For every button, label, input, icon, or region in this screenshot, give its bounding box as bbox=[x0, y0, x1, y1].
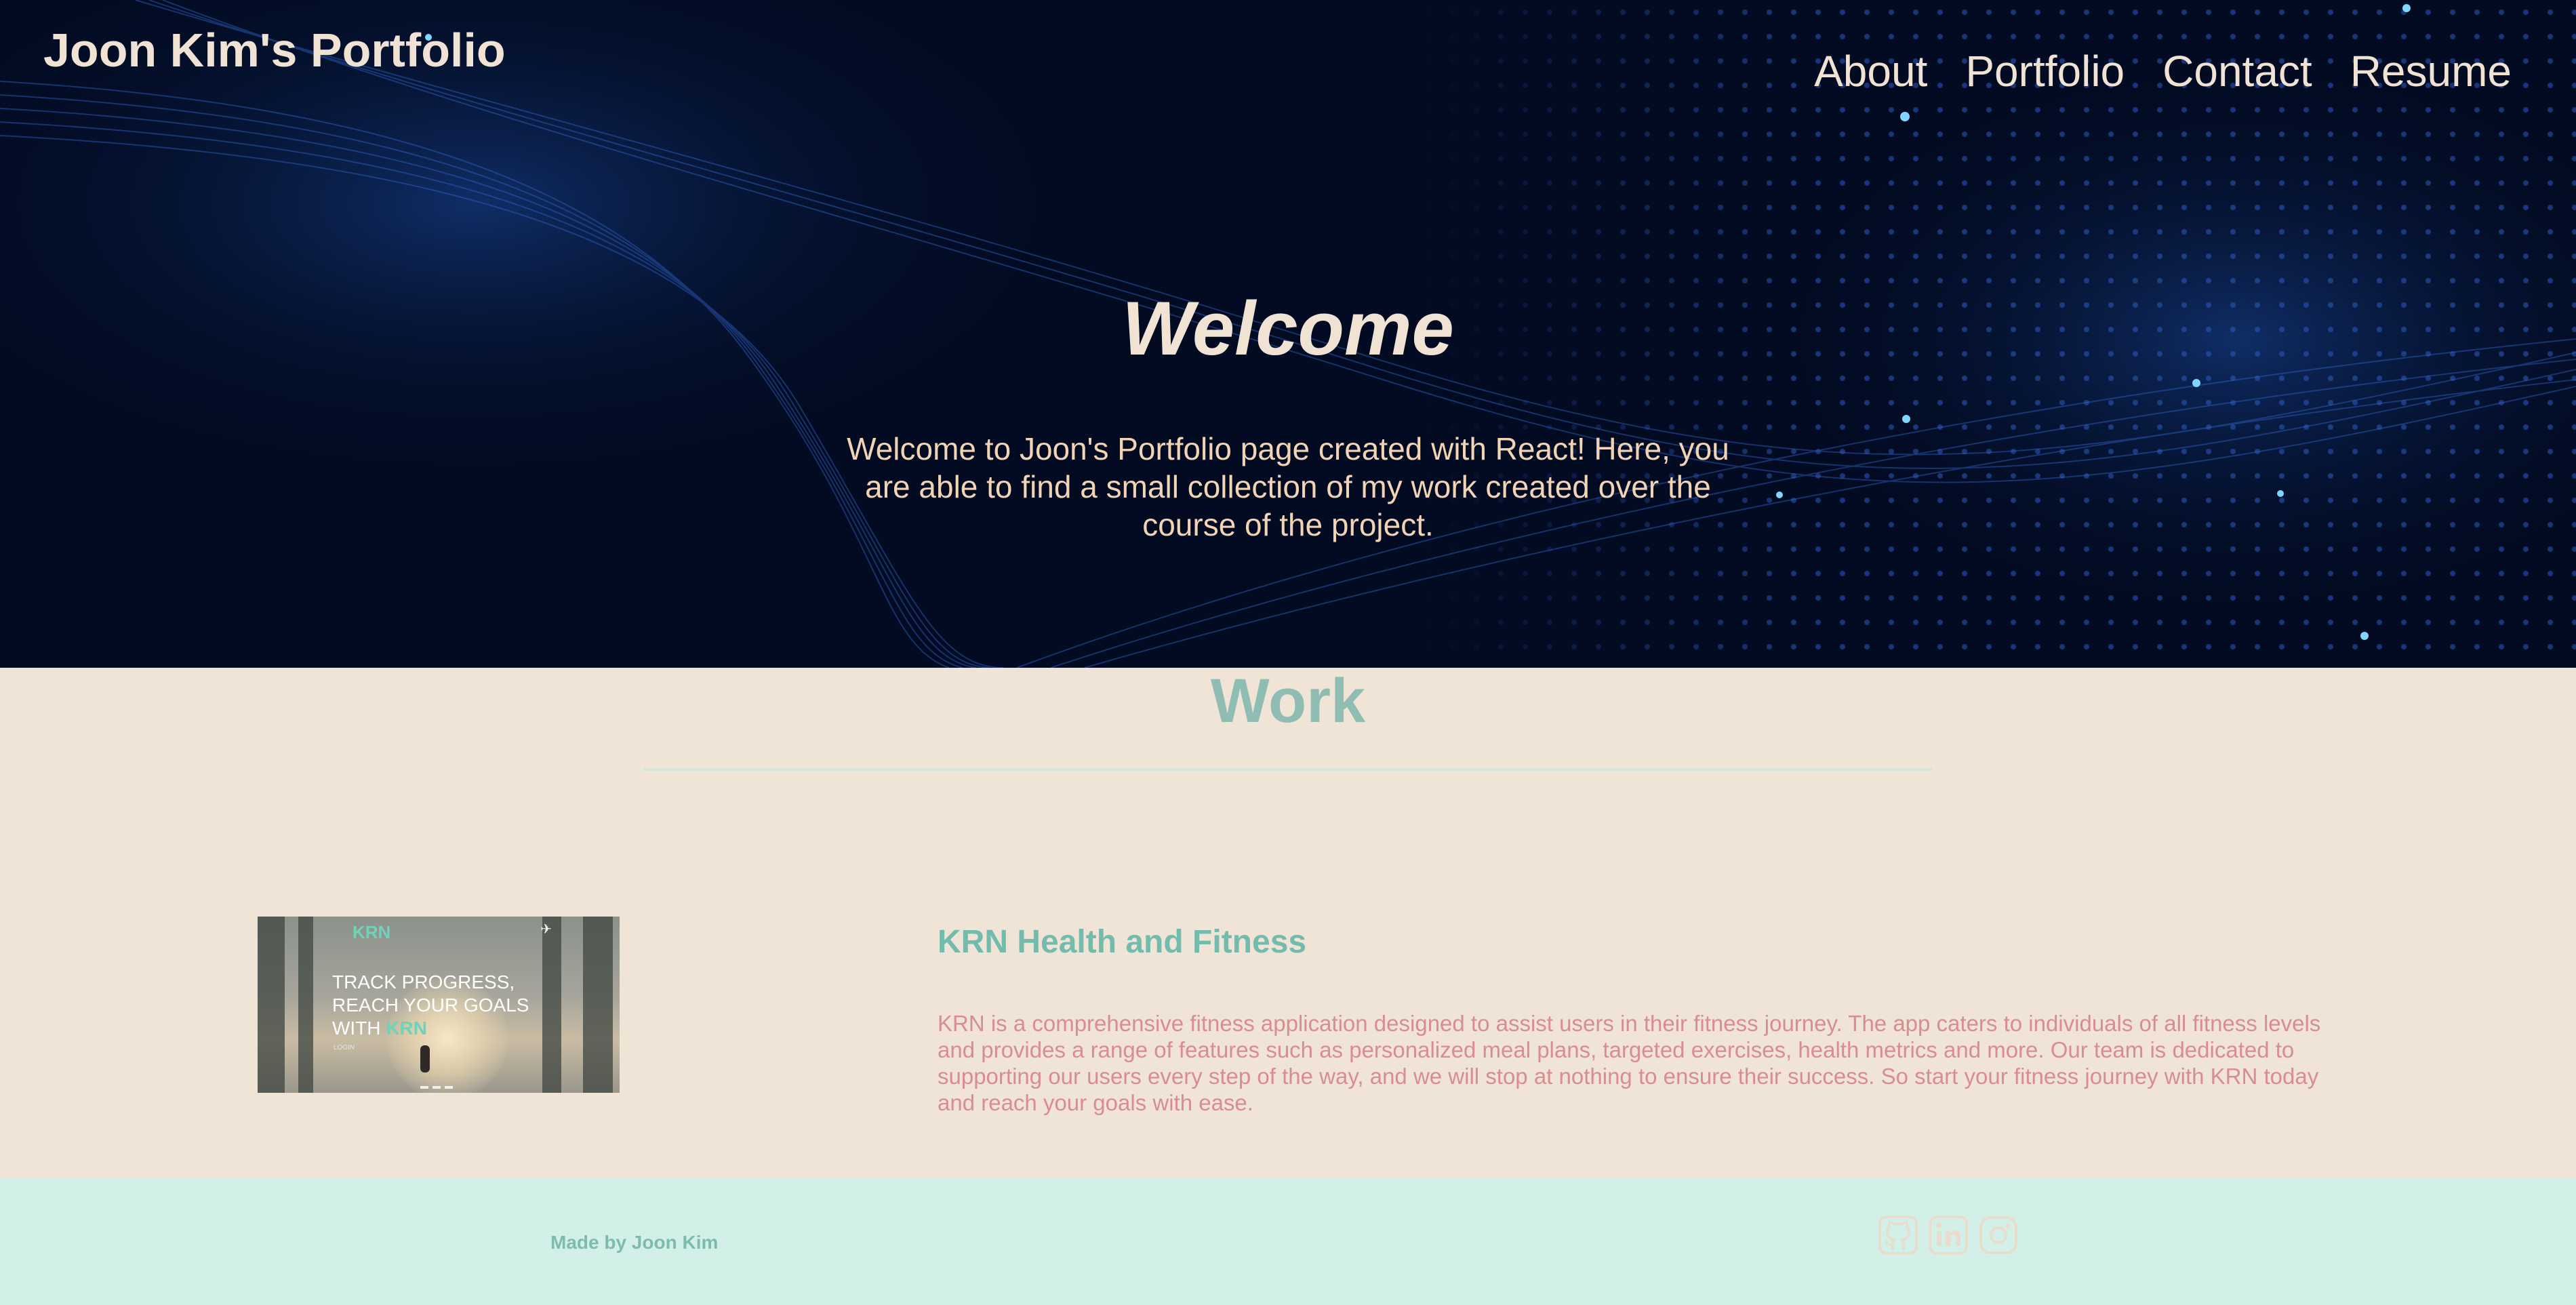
work-divider bbox=[644, 768, 1932, 771]
nav-link-portfolio[interactable]: Portfolio bbox=[1965, 46, 2125, 96]
nav-link-about[interactable]: About bbox=[1814, 46, 1927, 96]
thumbnail-tree bbox=[583, 917, 613, 1093]
thumbnail-runner-silhouette bbox=[420, 1045, 430, 1072]
thumbnail-tree bbox=[542, 917, 561, 1093]
thumbnail-plane-icon: ✈ bbox=[540, 922, 552, 937]
main-nav: About Portfolio Contact Resume bbox=[1814, 46, 2512, 96]
github-icon[interactable] bbox=[1878, 1215, 1918, 1256]
hero-section: Joon Kim's Portfolio About Portfolio Con… bbox=[0, 0, 2576, 668]
site-title[interactable]: Joon Kim's Portfolio bbox=[43, 23, 506, 77]
social-links bbox=[1878, 1215, 2019, 1256]
thumbnail-logo: KRN bbox=[353, 922, 391, 942]
footer-credit: Made by Joon Kim bbox=[550, 1232, 719, 1253]
thumbnail-tree bbox=[298, 917, 313, 1093]
project-title[interactable]: KRN Health and Fitness bbox=[938, 923, 1306, 961]
project-description: KRN is a comprehensive fitness applicati… bbox=[938, 1011, 2321, 1115]
thumbnail-tree bbox=[258, 917, 285, 1093]
linkedin-icon[interactable] bbox=[1928, 1215, 1969, 1256]
instagram-icon[interactable] bbox=[1978, 1215, 2019, 1256]
thumbnail-login-text: LOGIN bbox=[334, 1044, 355, 1051]
welcome-heading: Welcome bbox=[1122, 286, 1454, 371]
thumbnail-headline: TRACK PROGRESS, REACH YOUR GOALS WITH KR… bbox=[332, 971, 529, 1039]
nav-link-contact[interactable]: Contact bbox=[2162, 46, 2312, 96]
thumbnail-carousel-dots bbox=[420, 1086, 453, 1089]
welcome-text: Welcome to Joon's Portfolio page created… bbox=[847, 431, 1729, 542]
project-thumbnail-krn[interactable]: KRN ✈ TRACK PROGRESS, REACH YOUR GOALS W… bbox=[258, 917, 620, 1093]
work-heading: Work bbox=[1210, 666, 1366, 736]
footer: Made by Joon Kim bbox=[0, 1178, 2576, 1305]
nav-link-resume[interactable]: Resume bbox=[2350, 46, 2512, 96]
